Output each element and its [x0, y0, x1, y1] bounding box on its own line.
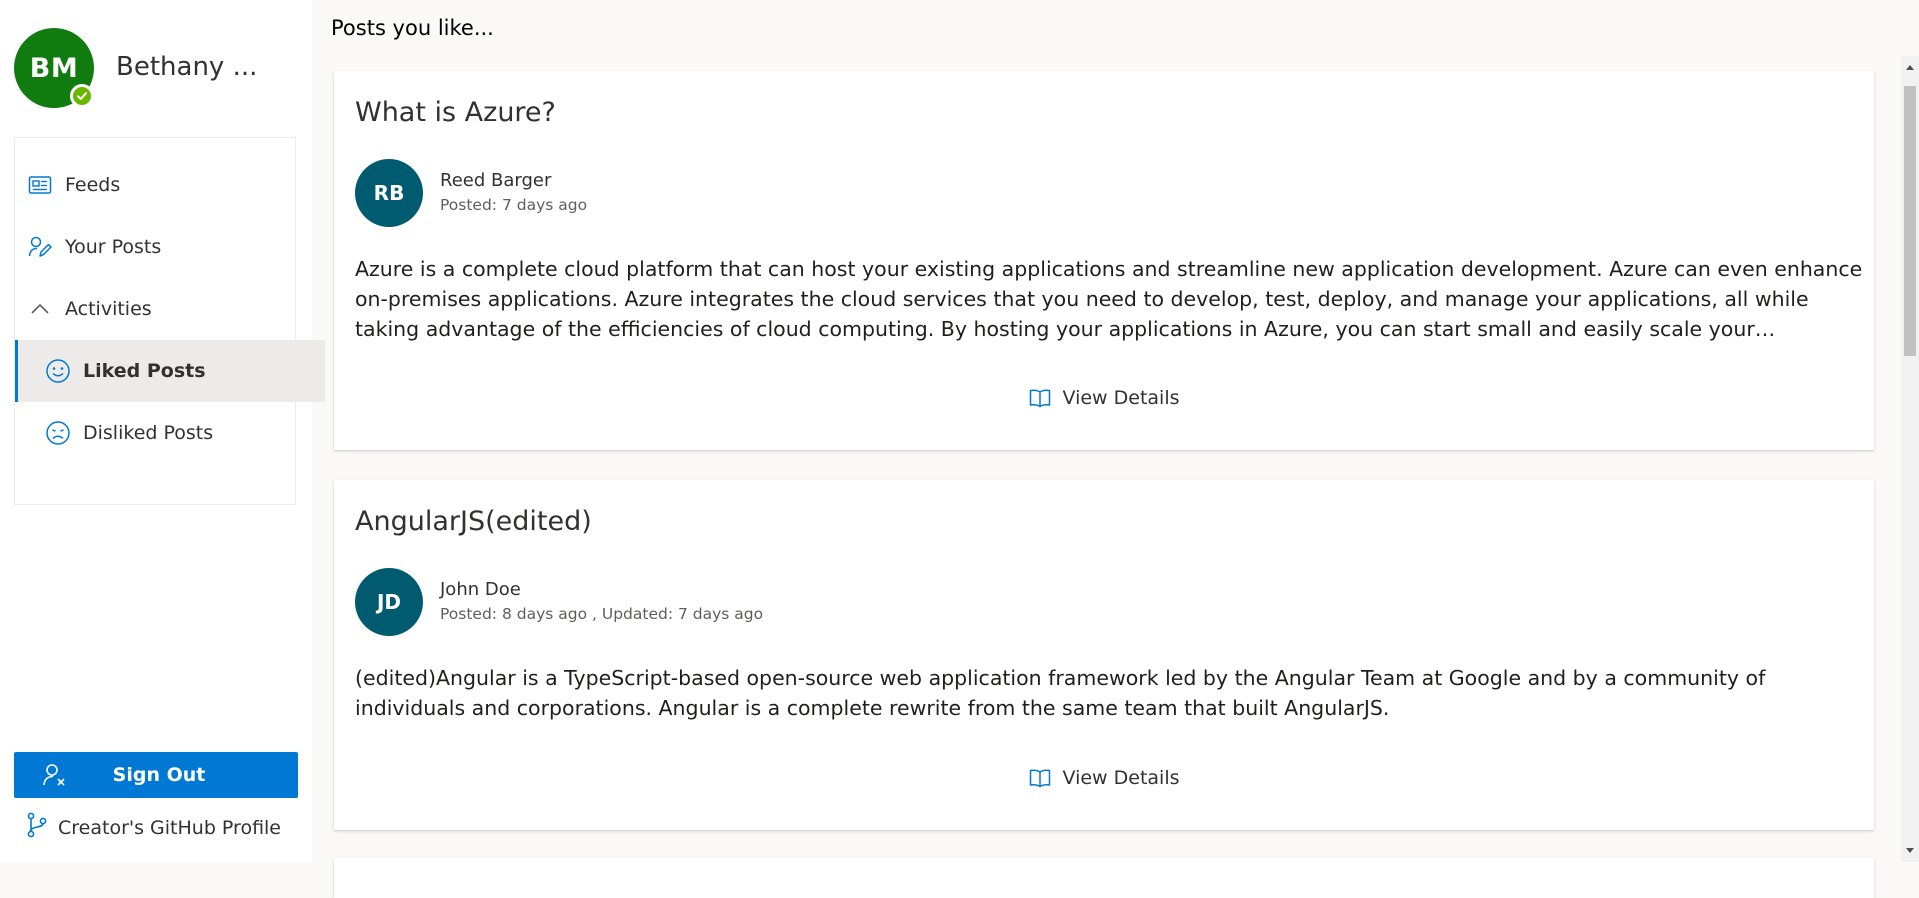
book-icon [1029, 768, 1051, 788]
chevron-up-icon [27, 296, 53, 322]
author-name: John Doe [440, 579, 521, 600]
presence-available-icon [70, 84, 94, 108]
post-card-partial [334, 858, 1874, 898]
sign-out-button[interactable]: Sign Out [14, 752, 298, 798]
post-meta: Posted: 7 days ago [440, 196, 588, 214]
nav-item-disliked-posts[interactable]: Disliked Posts [15, 402, 325, 464]
main-content: Posts you like... What is Azure? RB Reed… [312, 0, 1902, 898]
page-title: Posts you like... [331, 16, 494, 40]
scroll-up-arrow-icon[interactable] [1901, 60, 1919, 74]
post-card: AngularJS(edited) JD John Doe Posted: 8 … [334, 480, 1874, 830]
author-initials: JD [376, 590, 402, 614]
author-initials: RB [373, 181, 405, 205]
post-title: AngularJS(edited) [355, 506, 592, 537]
post-meta: Posted: 8 days ago , Updated: 7 days ago [440, 605, 764, 623]
nav-label-activities: Activities [65, 298, 152, 320]
view-details-button[interactable]: View Details [334, 387, 1874, 409]
edit-person-icon [27, 234, 53, 260]
scroll-thumb[interactable] [1904, 86, 1916, 356]
navigation-panel: Feeds Your Posts Activities Liked Posts … [14, 137, 325, 505]
news-icon [27, 172, 53, 198]
nav-label-disliked-posts: Disliked Posts [83, 422, 214, 444]
avatar-initials: BM [29, 52, 79, 84]
post-body: (edited)Angular is a TypeScript-based op… [355, 666, 1766, 720]
scrollbar[interactable] [1901, 56, 1919, 862]
nav-item-your-posts[interactable]: Your Posts [15, 216, 307, 278]
user-name: Bethany ... [116, 52, 258, 82]
sidebar: BM Bethany ... Feeds Your Posts Activiti… [0, 0, 325, 862]
author-name: Reed Barger [440, 170, 552, 191]
nav-item-activities[interactable]: Activities [15, 278, 307, 340]
view-details-label: View Details [1062, 767, 1180, 789]
nav-label-liked-posts: Liked Posts [83, 360, 206, 382]
nav-item-feeds[interactable]: Feeds [15, 154, 307, 216]
user-profile[interactable]: BM Bethany ... [14, 28, 304, 108]
post-body: Azure is a complete cloud platform that … [355, 257, 1863, 341]
scroll-down-arrow-icon[interactable] [1901, 844, 1919, 858]
author-avatar: JD [355, 568, 423, 636]
view-details-label: View Details [1062, 387, 1180, 409]
nav-label-your-posts: Your Posts [65, 236, 162, 258]
author-avatar: RB [355, 159, 423, 227]
smiley-icon [45, 358, 71, 384]
nav-item-liked-posts[interactable]: Liked Posts [15, 340, 325, 402]
nav-label-feeds: Feeds [65, 174, 121, 196]
view-details-button[interactable]: View Details [334, 767, 1874, 789]
post-card: What is Azure? RB Reed Barger Posted: 7 … [334, 71, 1874, 450]
branch-icon [26, 812, 48, 843]
book-icon [1029, 388, 1051, 408]
sad-icon [45, 420, 71, 446]
post-title: What is Azure? [355, 97, 556, 128]
remove-person-icon [42, 762, 68, 793]
github-profile-link[interactable]: Creator's GitHub Profile [26, 812, 281, 843]
github-profile-label: Creator's GitHub Profile [58, 816, 281, 839]
